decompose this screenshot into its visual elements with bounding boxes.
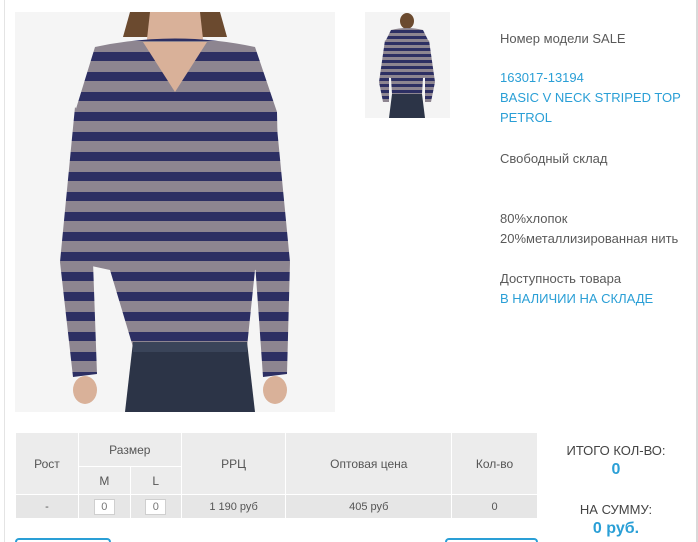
size-price-table: Рост Размер РРЦ Оптовая цена Кол-во M L … xyxy=(15,432,538,519)
header-size-m: M xyxy=(77,466,131,495)
cell-size-m: 0 xyxy=(77,494,131,519)
qty-input-l[interactable]: 0 xyxy=(145,498,167,515)
cell-wholesale-price: 405 руб xyxy=(285,494,453,519)
availability-label: Доступность товара xyxy=(500,271,622,286)
header-size: Размер xyxy=(77,432,182,467)
main-photo-image xyxy=(15,12,335,412)
total-sum-label: НА СУММУ: xyxy=(579,502,653,517)
page-frame-left xyxy=(4,0,5,542)
header-rrp: РРЦ xyxy=(180,432,287,495)
product-name: BASIC V NECK STRIPED TOP PETROL xyxy=(500,90,681,125)
cell-quantity: 0 xyxy=(451,494,538,519)
bottom-button-left[interactable] xyxy=(15,538,111,542)
header-wholesale-price: Оптовая цена xyxy=(285,432,453,495)
header-size-l: L xyxy=(129,466,182,495)
qty-input-m[interactable]: 0 xyxy=(93,498,115,515)
header-height: Рост xyxy=(15,432,79,495)
product-info: Номер модели SALE 163017-13194 BASIC V N… xyxy=(500,29,690,309)
availability-status: В НАЛИЧИИ НА СКЛАДЕ xyxy=(500,291,654,306)
table-row: - 0 0 1 190 руб 405 руб 0 xyxy=(15,494,538,519)
header-quantity: Кол-во xyxy=(451,432,538,495)
composition-line-2: 20%металлизированная нить xyxy=(500,231,679,246)
composition-line-1: 80%хлопок xyxy=(500,211,568,226)
main-product-photo[interactable] xyxy=(15,12,335,412)
cell-height: - xyxy=(15,494,79,519)
order-totals: ИТОГО КОЛ-ВО: 0 НА СУММУ: 0 руб. xyxy=(550,443,682,538)
product-thumbnail[interactable] xyxy=(365,12,450,118)
bottom-button-right[interactable] xyxy=(445,538,538,542)
total-sum-value: 0 руб. xyxy=(592,520,640,537)
cell-size-l: 0 xyxy=(129,494,182,519)
thumbnail-image xyxy=(365,12,450,118)
product-code: 163017-13194 xyxy=(500,70,584,85)
model-number: Номер модели SALE xyxy=(500,31,626,46)
cell-rrp: 1 190 руб xyxy=(180,494,287,519)
total-count-label: ИТОГО КОЛ-ВО: xyxy=(566,443,666,458)
total-count-value: 0 xyxy=(611,461,621,478)
warehouse-label: Свободный склад xyxy=(500,151,608,166)
